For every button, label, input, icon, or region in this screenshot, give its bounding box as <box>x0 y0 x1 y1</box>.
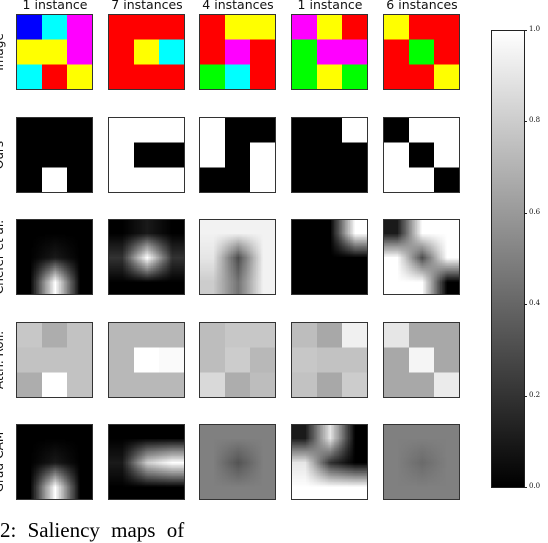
gradcam-saliency-panel <box>16 424 93 500</box>
column-title: 6 instances <box>386 0 458 12</box>
attn-roll-saliency-panel <box>291 322 368 398</box>
colorbar <box>491 30 525 488</box>
colorbar-tick: 0.4 <box>523 299 540 307</box>
input-image-panel <box>108 14 185 90</box>
input-image-panel <box>383 14 460 90</box>
colorbar-tick: 0.0 <box>523 482 540 490</box>
colorbar-tick: 0.2 <box>523 391 540 399</box>
attn-roll-saliency-panel <box>108 322 185 398</box>
figure-caption: 2: Saliency maps of <box>0 518 185 542</box>
chefer-saliency-panel <box>383 219 460 295</box>
gradcam-saliency-panel <box>291 424 368 500</box>
chefer-saliency-panel <box>291 219 368 295</box>
colorbar-tick: 0.6 <box>523 208 540 216</box>
colorbar-tick: 1.0 <box>523 25 540 33</box>
ours-saliency-panel <box>199 117 276 193</box>
row-label: Grad-CAM <box>0 431 6 493</box>
chefer-saliency-panel <box>108 219 185 295</box>
chefer-saliency-panel <box>16 219 93 295</box>
ours-saliency-panel <box>108 117 185 193</box>
ours-saliency-panel <box>16 117 93 193</box>
ours-saliency-panel <box>383 117 460 193</box>
attn-roll-saliency-panel <box>199 322 276 398</box>
gradcam-saliency-panel <box>199 424 276 500</box>
colorbar-tick: 0.8 <box>523 116 540 124</box>
column-title: 1 instance <box>297 0 363 12</box>
ours-saliency-panel <box>291 117 368 193</box>
gradcam-saliency-panel <box>383 424 460 500</box>
column-title: 4 instances <box>202 0 274 12</box>
input-image-panel <box>16 14 93 90</box>
input-image-panel <box>199 14 276 90</box>
gradcam-saliency-panel <box>108 424 185 500</box>
attn-roll-saliency-panel <box>16 322 93 398</box>
row-label: Ours <box>0 140 6 170</box>
row-label: Image <box>0 33 6 71</box>
input-image-panel <box>291 14 368 90</box>
attn-roll-saliency-panel <box>383 322 460 398</box>
row-label: Attn. Roll. <box>0 330 6 390</box>
column-title: 7 instances <box>111 0 183 12</box>
column-title: 1 instance <box>22 0 88 12</box>
row-label: Chefer et al. <box>0 219 6 295</box>
chefer-saliency-panel <box>199 219 276 295</box>
